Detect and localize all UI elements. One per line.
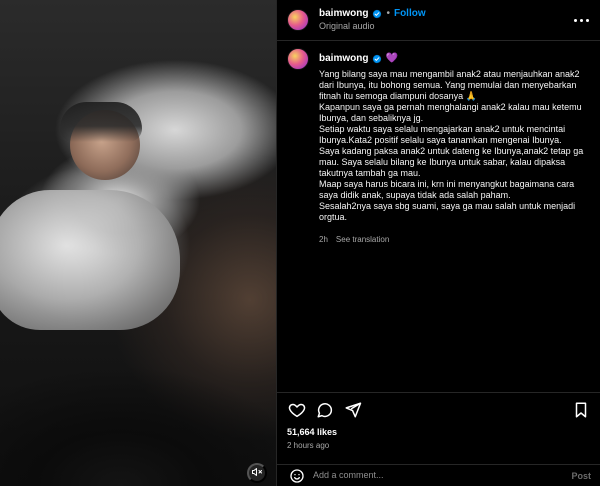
instagram-post-view: baimwong • Follow Original audio baimwon… [0,0,600,486]
action-bar [287,399,591,421]
save-icon[interactable] [571,400,591,420]
comment-icon[interactable] [315,400,335,420]
caption-body: baimwong 💜 Yang bilang saya mau mengambi… [319,48,589,245]
post-button[interactable]: Post [571,471,591,482]
comment-input[interactable] [313,470,553,481]
verified-badge-icon [372,54,382,64]
avatar[interactable] [287,9,309,31]
username-link[interactable]: baimwong [319,8,368,20]
likes-count[interactable]: 51,664 likes [287,427,337,438]
actions-divider [277,392,600,393]
header-line-1: baimwong • Follow [319,8,426,20]
header-divider [277,40,600,41]
mute-icon [251,466,263,481]
emoji-icon[interactable] [287,466,307,486]
comment-bar: Post [277,465,600,486]
caption-block: baimwong 💜 Yang bilang saya mau mengambi… [287,48,592,245]
post-timestamp: 2 hours ago [287,441,330,450]
separator-dot: • [386,8,390,19]
foreground-shadow [0,276,276,486]
verified-badge-icon [372,9,382,19]
caption-meta: 2h See translation [319,235,589,245]
post-header: baimwong • Follow Original audio [277,0,600,40]
post-media[interactable] [0,0,276,486]
follow-button[interactable]: Follow [394,8,426,20]
purple-heart-emoji: 💜 [385,53,398,64]
audio-link[interactable]: Original audio [319,21,426,32]
child-hair [60,102,142,142]
heart-icon[interactable] [287,400,307,420]
caption-avatar[interactable] [287,48,309,70]
caption-time: 2h [319,235,328,244]
share-icon[interactable] [343,400,363,420]
header-text: baimwong • Follow Original audio [319,8,426,32]
see-translation-link[interactable]: See translation [336,235,389,245]
caption-text: Yang bilang saya mau mengambil anak2 ata… [319,69,584,222]
caption-title: baimwong 💜 [319,53,589,65]
more-options-icon[interactable] [571,12,591,28]
mute-button[interactable] [247,463,267,483]
post-details-panel: baimwong • Follow Original audio baimwon… [276,0,600,486]
caption-username[interactable]: baimwong [319,53,368,65]
